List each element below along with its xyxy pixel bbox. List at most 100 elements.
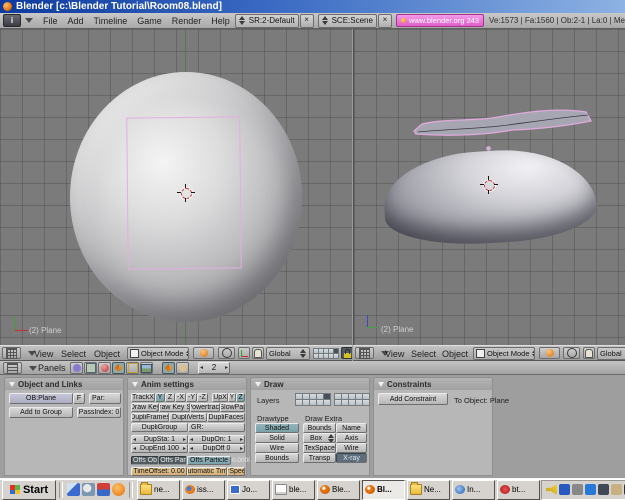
menu-help[interactable]: Help — [211, 16, 230, 26]
tray-icon-1[interactable] — [559, 484, 570, 495]
tray-icon-3[interactable] — [585, 484, 596, 495]
layer-cell[interactable] — [322, 398, 331, 406]
tray-icon-5[interactable] — [611, 484, 622, 495]
menu-timeline[interactable]: Timeline — [94, 16, 128, 26]
fake-user-button[interactable]: F — [73, 393, 85, 404]
trackx-button[interactable]: TrackX — [131, 393, 155, 402]
transform-orientation-dropdown[interactable]: Global — [597, 347, 625, 360]
shading-buttons-icon[interactable] — [98, 362, 111, 374]
pivot-point-icon[interactable] — [563, 347, 580, 359]
extra-wire[interactable]: Wire — [336, 443, 367, 453]
drawtype-shaded-active[interactable]: Shaded — [255, 423, 299, 433]
dupliverts-button[interactable]: DupliVerts — [169, 413, 207, 422]
tray-icon-2[interactable] — [572, 484, 583, 495]
automatic-time-button[interactable]: Automatic Time — [187, 467, 227, 476]
pass-index-stepper[interactable]: ◂ PassIndex: 0 ▸ — [77, 407, 121, 418]
quick-launch-icon-4[interactable] — [112, 483, 125, 496]
physics-sub-icon[interactable] — [176, 362, 189, 374]
quick-launch-icon-2[interactable] — [82, 483, 95, 496]
task-button[interactable]: ble... — [272, 479, 315, 500]
panel-header[interactable]: Constraints — [374, 378, 492, 390]
extra-texspace[interactable]: TexSpace — [303, 443, 336, 453]
menu-select[interactable]: Select — [411, 349, 436, 359]
task-button[interactable]: Jo... — [227, 479, 270, 500]
offs-par-button-active[interactable]: Offs Par — [159, 456, 187, 465]
extra-axis[interactable]: Axis — [336, 433, 367, 443]
layer-buttons-group1[interactable] — [312, 347, 339, 359]
quick-launch-icon-3[interactable] — [97, 483, 110, 496]
hand-manipulator-icon[interactable] — [583, 347, 595, 359]
menu-select[interactable]: Select — [61, 349, 86, 359]
tray-icon-4[interactable] — [598, 484, 609, 495]
draw-key-sel-button[interactable]: Draw Key Se — [159, 403, 190, 412]
header-collapse-icon[interactable] — [25, 18, 33, 27]
draw-key-button[interactable]: Draw Key — [131, 403, 159, 412]
track-z-button[interactable]: Z — [165, 393, 175, 402]
3d-cursor[interactable] — [480, 176, 498, 194]
track-y-button-active[interactable]: Y — [155, 393, 165, 402]
menu-object[interactable]: Object — [442, 349, 468, 359]
add-constraint-button[interactable]: Add Constraint — [378, 393, 448, 405]
object-sub-icon-active[interactable] — [162, 362, 175, 374]
menu-object[interactable]: Object — [94, 349, 120, 359]
menu-view[interactable]: View — [34, 349, 53, 359]
extra-transp[interactable]: Transp — [303, 453, 336, 463]
dupsta-stepper[interactable]: ◂ DupSta: 1 ▸ — [131, 435, 188, 444]
dupliframes-button[interactable]: DupliFrames — [131, 413, 169, 422]
viewport-shading-icon[interactable] — [193, 347, 214, 359]
scene-buttons-icon[interactable] — [140, 362, 153, 374]
layer-buttons-group2[interactable] — [333, 392, 370, 406]
squashed-blob-object[interactable] — [381, 145, 599, 249]
mode-dropdown[interactable]: Object Mode — [473, 347, 535, 360]
dupoff-stepper[interactable]: ◂ DupOff 0 ▸ — [188, 444, 245, 453]
task-button[interactable]: Ble... — [317, 479, 360, 500]
dupend-stepper[interactable]: ◂ DupEnd 100 ▸ — [131, 444, 188, 453]
layer-cell[interactable] — [361, 398, 370, 406]
screen-close-button[interactable]: × — [299, 13, 314, 28]
up-z-button-active[interactable]: Z — [236, 393, 245, 402]
extra-name[interactable]: Name — [336, 423, 367, 433]
add-to-group-button[interactable]: Add to Group — [9, 407, 73, 418]
3d-cursor[interactable] — [177, 184, 195, 202]
menu-add[interactable]: Add — [68, 16, 84, 26]
panel-page-stepper[interactable]: ◂ 2 ▸ — [198, 362, 230, 374]
powertrack-button[interactable]: Powertrack — [190, 403, 220, 412]
menu-view[interactable]: View — [385, 349, 404, 359]
editing-buttons-icon[interactable] — [126, 362, 139, 374]
bounds-type-dropdown[interactable]: Box — [303, 433, 336, 443]
prspeed-button[interactable]: PrSpeed — [227, 467, 245, 476]
up-y-button[interactable]: Y — [228, 393, 236, 402]
offs-particle-button[interactable]: Offs Particle — [187, 456, 231, 465]
panel-header[interactable]: Object and Links — [5, 378, 123, 390]
task-button[interactable]: iss... — [182, 479, 225, 500]
screen-selector[interactable]: SR:2-Default — [234, 13, 299, 28]
viewport-right-canvas[interactable]: (2) Plane — [353, 29, 625, 345]
drawtype-wire[interactable]: Wire — [255, 443, 299, 453]
menu-render[interactable]: Render — [172, 16, 202, 26]
window-titlebar[interactable]: Blender [c:\Blender Tutorial\Room08.blen… — [0, 0, 625, 13]
duplifaces-button[interactable]: DupliFaces — [207, 413, 245, 422]
task-button[interactable]: In... — [452, 479, 495, 500]
drawtype-bounds[interactable]: Bounds — [255, 453, 299, 463]
upx-button[interactable]: UpX — [212, 393, 228, 402]
track-negz-button[interactable]: -Z — [197, 393, 208, 402]
pivot-point-icon[interactable] — [218, 347, 235, 359]
editor-type-icon[interactable] — [355, 347, 374, 359]
panel-header[interactable]: Anim settings — [128, 378, 246, 390]
object-buttons-icon-active[interactable] — [112, 362, 125, 374]
header-collapse-icon[interactable] — [29, 366, 37, 375]
transform-orientation-dropdown[interactable]: Global — [266, 347, 310, 360]
layer-buttons-group1[interactable] — [294, 392, 331, 406]
quick-launch-icon-1[interactable] — [67, 483, 80, 496]
editor-type-icon[interactable] — [2, 347, 21, 359]
task-button[interactable]: ne... — [137, 479, 180, 500]
scene-selector[interactable]: SCE:Scene — [317, 13, 377, 28]
logic-buttons-icon[interactable] — [70, 362, 83, 374]
info-window-type-icon[interactable]: i — [3, 14, 21, 27]
task-button[interactable]: bt... — [497, 479, 540, 500]
dupligroup-button[interactable]: DupliGroup — [131, 423, 188, 432]
track-negx-button[interactable]: -X — [175, 393, 186, 402]
script-buttons-icon[interactable] — [84, 362, 97, 374]
plane-object-wavy-wireframe[interactable] — [408, 105, 596, 143]
start-button[interactable]: Start — [2, 479, 56, 500]
